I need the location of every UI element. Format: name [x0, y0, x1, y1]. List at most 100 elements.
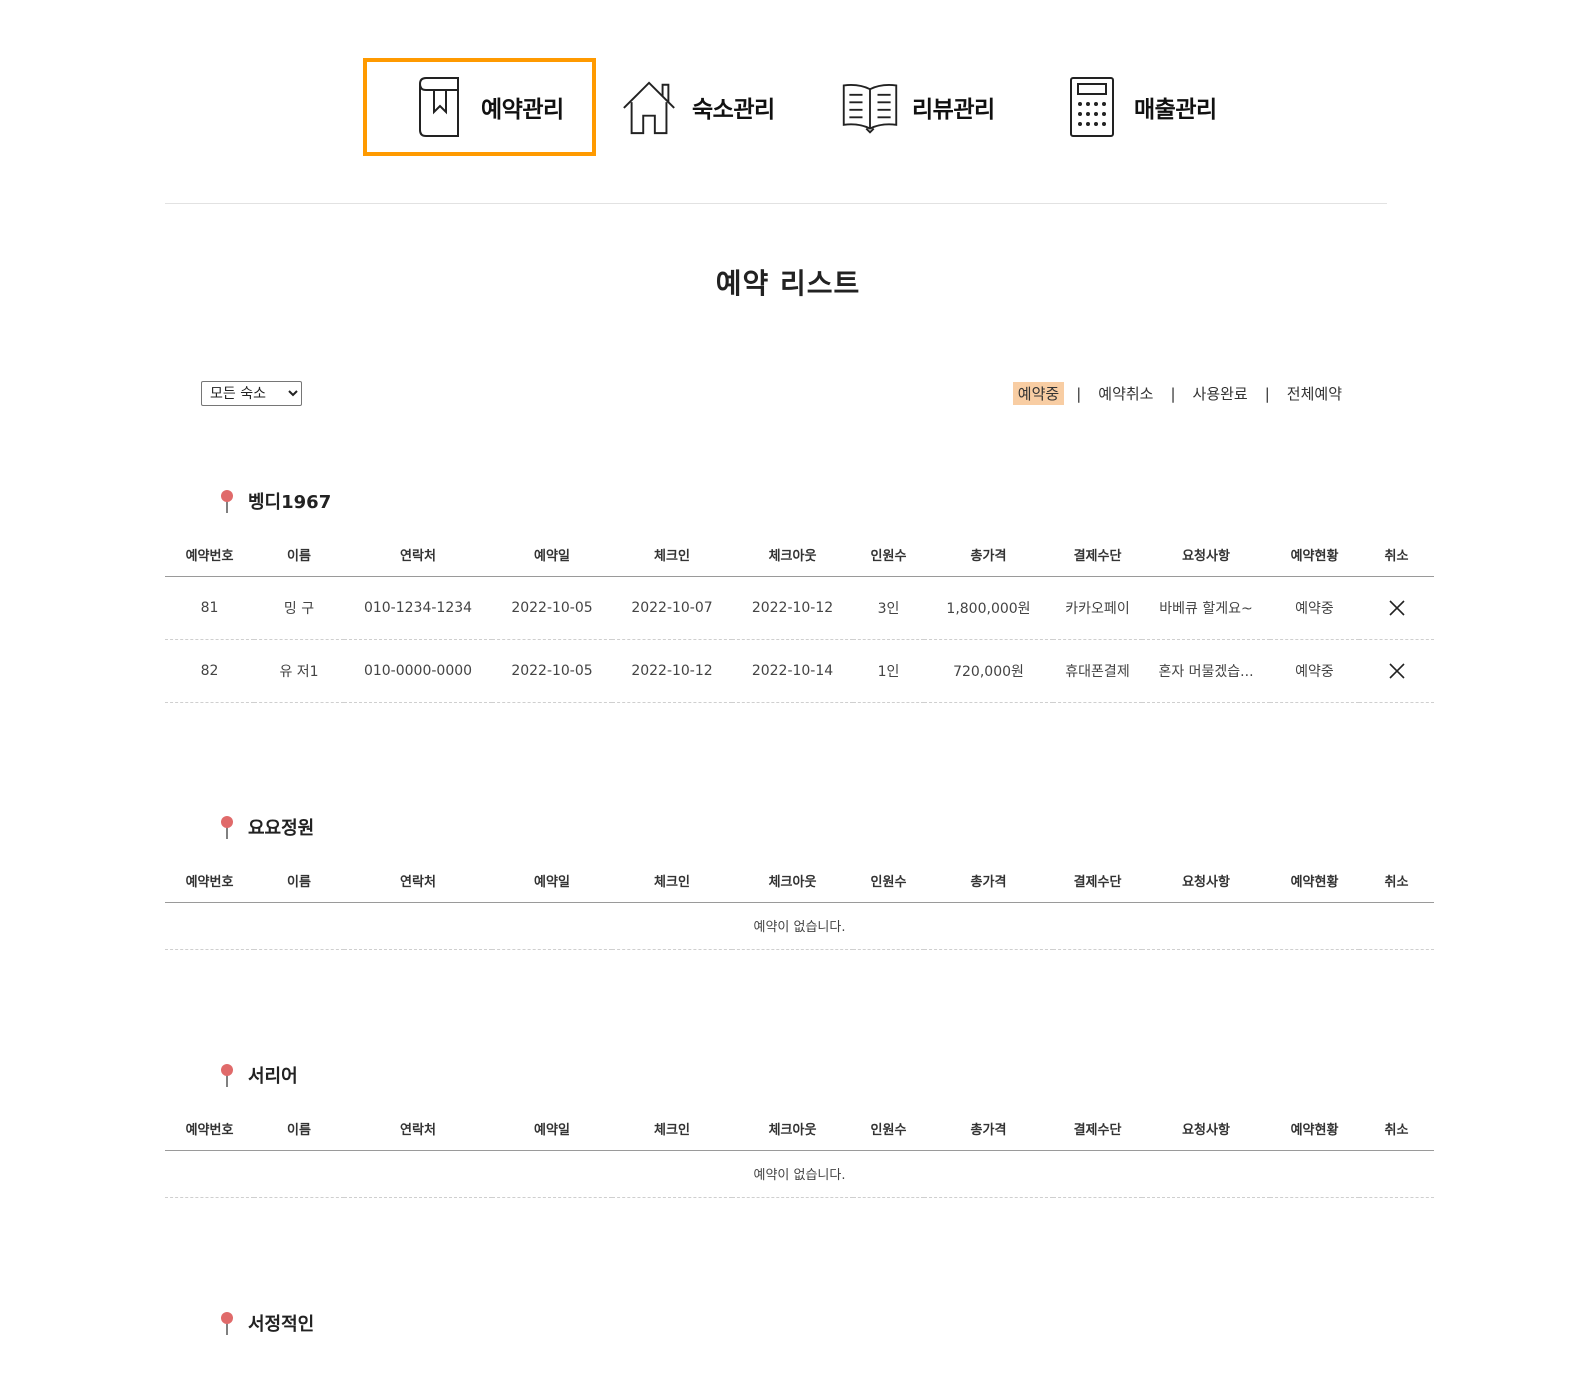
col-header: 예약일: [492, 1118, 612, 1151]
col-header: 연락처: [344, 1118, 492, 1151]
filter-used[interactable]: 사용완료: [1188, 382, 1253, 405]
nav-label: 숙소관리: [692, 97, 775, 123]
cancel-x-icon[interactable]: [1388, 599, 1405, 616]
reservation-table: 예약번호 이름 연락처 예약일 체크인 체크아웃 인원수 총가격 결제수단 요청…: [165, 1118, 1434, 1198]
cell-payment: 카카오페이: [1053, 576, 1142, 640]
lodging-name: 요요정원: [248, 818, 315, 839]
lodging-name: 서리어: [248, 1066, 298, 1087]
table-row: 예약이 없습니다.: [165, 902, 1434, 950]
lodging-name: 벵디1967: [248, 492, 332, 513]
col-header: 총가격: [924, 544, 1053, 577]
col-header: 총가격: [924, 870, 1053, 903]
cell-cancel: [1359, 639, 1434, 703]
col-header: 인원수: [853, 870, 924, 903]
col-header: 체크인: [612, 1118, 732, 1151]
reservation-table: 예약번호 이름 연락처 예약일 체크인 체크아웃 인원수 총가격 결제수단 요청…: [165, 870, 1434, 950]
filter-reserved[interactable]: 예약중: [1012, 382, 1065, 405]
cell-checkout: 2022-10-14: [732, 639, 853, 703]
cell-name: 밍 구: [254, 576, 344, 640]
nav-divider: [165, 203, 1387, 204]
col-header: 체크아웃: [732, 544, 853, 577]
empty-message: 예약이 없습니다.: [165, 1150, 1434, 1198]
cell-reserved-date: 2022-10-05: [492, 639, 612, 703]
col-header: 예약번호: [165, 544, 254, 577]
col-header: 요청사항: [1142, 1118, 1270, 1151]
col-header: 취소: [1359, 1118, 1434, 1151]
cell-phone: 010-1234-1234: [344, 576, 492, 640]
filter-all[interactable]: 전체예약: [1282, 382, 1347, 405]
filter-cancelled[interactable]: 예약취소: [1093, 382, 1158, 405]
cell-price: 720,000원: [924, 639, 1053, 703]
cell-price: 1,800,000원: [924, 576, 1053, 640]
col-header: 체크아웃: [732, 870, 853, 903]
map-pin-icon: [221, 490, 233, 513]
cell-status: 예약중: [1270, 576, 1359, 640]
status-filter: 예약중 | 예약취소 | 사용완료 | 전체예약: [1012, 382, 1347, 405]
col-header: 예약일: [492, 870, 612, 903]
cancel-x-icon[interactable]: [1388, 662, 1405, 679]
map-pin-icon: [221, 816, 233, 839]
section-header: 서리어: [220, 1062, 298, 1088]
cell-reservation-no: 82: [165, 639, 254, 703]
cell-request[interactable]: 혼자 머물겠습...: [1142, 639, 1270, 703]
filter-separator: |: [1264, 384, 1270, 403]
nav-review-management[interactable]: 리뷰관리: [840, 58, 1040, 156]
col-header: 연락처: [344, 544, 492, 577]
lodging-select[interactable]: 모든 숙소: [201, 381, 302, 406]
table-row: 82 유 저1 010-0000-0000 2022-10-05 2022-10…: [165, 639, 1434, 703]
page-title: 예약 리스트: [715, 267, 861, 300]
filter-separator: |: [1076, 384, 1082, 403]
col-header: 이름: [254, 544, 344, 577]
col-header: 예약현황: [1270, 544, 1359, 577]
open-book-icon: [840, 77, 900, 137]
col-header: 요청사항: [1142, 544, 1270, 577]
section-header: 벵디1967: [220, 488, 331, 514]
cell-checkout: 2022-10-12: [732, 576, 853, 640]
cell-payment: 휴대폰결제: [1053, 639, 1142, 703]
nav-sales-management[interactable]: 매출관리: [1062, 58, 1262, 156]
nav-reservation-management[interactable]: 예약관리: [363, 58, 596, 156]
col-header: 예약현황: [1270, 1118, 1359, 1151]
table-row: 81 밍 구 010-1234-1234 2022-10-05 2022-10-…: [165, 576, 1434, 640]
nav-lodging-management[interactable]: 숙소관리: [620, 58, 820, 156]
col-header: 예약현황: [1270, 870, 1359, 903]
col-header: 연락처: [344, 870, 492, 903]
col-header: 체크인: [612, 870, 732, 903]
table-row: 예약이 없습니다.: [165, 1150, 1434, 1198]
cell-guests: 3인: [853, 576, 924, 640]
cell-checkin: 2022-10-07: [612, 576, 732, 640]
section-header: 서정적인: [220, 1310, 314, 1336]
bookmark-book-icon: [409, 77, 469, 137]
section-header: 요요정원: [220, 814, 314, 840]
col-header: 예약일: [492, 544, 612, 577]
col-header: 결제수단: [1053, 870, 1142, 903]
cell-checkin: 2022-10-12: [612, 639, 732, 703]
col-header: 인원수: [853, 544, 924, 577]
cell-reservation-no: 81: [165, 576, 254, 640]
nav-label: 매출관리: [1134, 97, 1217, 123]
col-header: 체크아웃: [732, 1118, 853, 1151]
col-header: 예약번호: [165, 870, 254, 903]
empty-message: 예약이 없습니다.: [165, 902, 1434, 950]
filter-separator: |: [1170, 384, 1176, 403]
house-icon: [620, 77, 680, 137]
cell-reserved-date: 2022-10-05: [492, 576, 612, 640]
cell-guests: 1인: [853, 639, 924, 703]
col-header: 결제수단: [1053, 544, 1142, 577]
calculator-icon: [1062, 77, 1122, 137]
col-header: 체크인: [612, 544, 732, 577]
col-header: 요청사항: [1142, 870, 1270, 903]
cell-request[interactable]: 바베큐 할게요~: [1142, 576, 1270, 640]
reservation-table: 예약번호 이름 연락처 예약일 체크인 체크아웃 인원수 총가격 결제수단 요청…: [165, 544, 1434, 703]
nav-label: 리뷰관리: [912, 97, 995, 123]
table-header-row: 예약번호 이름 연락처 예약일 체크인 체크아웃 인원수 총가격 결제수단 요청…: [165, 1118, 1434, 1151]
top-navigation: 예약관리 숙소관리 리뷰관리 매출관리: [0, 0, 1576, 204]
cell-cancel: [1359, 576, 1434, 640]
cell-phone: 010-0000-0000: [344, 639, 492, 703]
col-header: 예약번호: [165, 1118, 254, 1151]
col-header: 취소: [1359, 544, 1434, 577]
table-header-row: 예약번호 이름 연락처 예약일 체크인 체크아웃 인원수 총가격 결제수단 요청…: [165, 544, 1434, 577]
table-header-row: 예약번호 이름 연락처 예약일 체크인 체크아웃 인원수 총가격 결제수단 요청…: [165, 870, 1434, 903]
col-header: 인원수: [853, 1118, 924, 1151]
col-header: 총가격: [924, 1118, 1053, 1151]
